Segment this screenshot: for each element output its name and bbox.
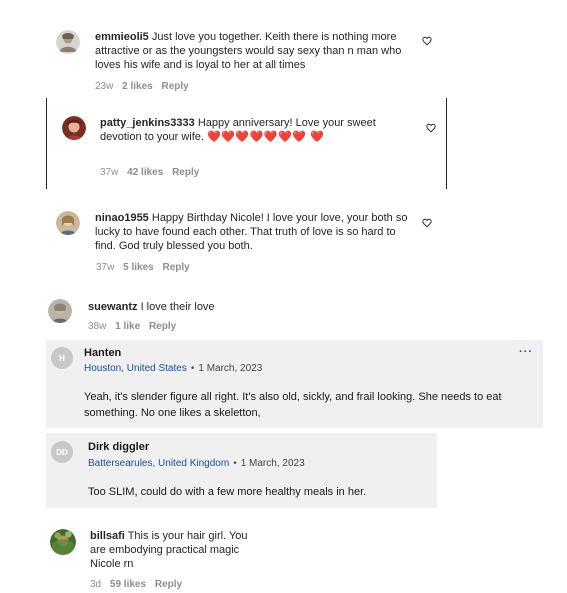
comment-text: emmieoli5 Just love you together. Keith … bbox=[95, 30, 407, 72]
comment-age: 37w bbox=[96, 262, 115, 273]
username[interactable]: emmieoli5 bbox=[95, 31, 149, 43]
comment-suewantz: suewantz I love their love 38w 1 like Re… bbox=[48, 299, 348, 335]
reply-button[interactable]: Reply bbox=[149, 321, 176, 332]
comment-age: 38w bbox=[88, 321, 107, 332]
comment-meta: 3d 59 likes Reply bbox=[90, 578, 188, 592]
reply-button[interactable]: Reply bbox=[163, 262, 190, 273]
comment-meta: 37w 42 likes Reply bbox=[100, 166, 205, 180]
comment-emmieoli5: emmieoli5 Just love you together. Keith … bbox=[56, 30, 432, 94]
avatar[interactable] bbox=[62, 116, 86, 140]
more-dots-icon[interactable]: ··· bbox=[519, 346, 533, 358]
comment-body: Too SLIM, could do with a few more healt… bbox=[88, 486, 367, 498]
reply-button[interactable]: Reply bbox=[172, 167, 199, 178]
likes-count[interactable]: 2 likes bbox=[122, 81, 153, 92]
comment-billsafi: billsafi This is your hair girl. You are… bbox=[50, 529, 300, 591]
comment-text: patty_jenkins3333 Happy anniversary! Lov… bbox=[100, 116, 412, 144]
comment-text: ninao1955 Happy Birthday Nicole! I love … bbox=[95, 211, 415, 253]
avatar-initials: H bbox=[51, 347, 73, 369]
avatar[interactable] bbox=[56, 211, 80, 235]
username[interactable]: billsafi bbox=[90, 530, 125, 542]
avatar[interactable] bbox=[56, 30, 80, 54]
comment-meta: 38w 1 like Reply bbox=[88, 320, 182, 334]
location-text[interactable]: Houston, United States bbox=[84, 363, 187, 374]
comment-date: 1 March, 2023 bbox=[198, 363, 263, 374]
avatar[interactable] bbox=[48, 299, 72, 323]
comment-age: 3d bbox=[90, 579, 102, 590]
location-text[interactable]: Battersearules, United Kingdom bbox=[88, 458, 229, 469]
comment-age: 23w bbox=[95, 81, 114, 92]
commenter-location: Battersearules, United Kingdom • 1 March, … bbox=[88, 458, 305, 469]
likes-count[interactable]: 1 like bbox=[115, 321, 140, 332]
comment-text: billsafi This is your hair girl. You are… bbox=[90, 529, 265, 571]
separator: • bbox=[233, 458, 237, 469]
likes-count[interactable]: 5 likes bbox=[123, 262, 154, 273]
commenter-name[interactable]: Hanten bbox=[84, 347, 121, 359]
commenter-name[interactable]: Dirk diggler bbox=[88, 441, 149, 453]
likes-count[interactable]: 59 likes bbox=[110, 579, 146, 590]
news-comment-dirk-diggler: DD Dirk diggler Battersearules, United K… bbox=[46, 433, 437, 508]
username[interactable]: suewantz bbox=[88, 301, 138, 313]
username[interactable]: patty_jenkins3333 bbox=[100, 117, 195, 129]
comment-date: 1 March, 2023 bbox=[240, 458, 305, 469]
comment-age: 37w bbox=[100, 167, 119, 178]
heart-outline-icon[interactable] bbox=[422, 36, 432, 46]
comment-body: I love their love bbox=[137, 301, 215, 313]
comment-ninao1955: ninao1955 Happy Birthday Nicole! I love … bbox=[56, 211, 436, 273]
heart-outline-icon[interactable] bbox=[422, 218, 432, 228]
news-comment-hanten: H Hanten Houston, United States • 1 March,… bbox=[46, 340, 543, 428]
avatar-initials: DD bbox=[51, 441, 73, 463]
separator: • bbox=[190, 363, 195, 374]
heart-outline-icon[interactable] bbox=[426, 123, 436, 133]
reply-button[interactable]: Reply bbox=[162, 81, 189, 92]
reply-button[interactable]: Reply bbox=[155, 579, 182, 590]
comment-body: Yeah, it's slender figure all right. It'… bbox=[84, 391, 502, 419]
heart-emojis: ❤️❤️❤️❤️❤️❤️❤️ ❤️ bbox=[207, 131, 325, 143]
commenter-location: Houston, United States • 1 March, 2023 bbox=[84, 363, 262, 374]
comment-text: suewantz I love their love bbox=[88, 300, 338, 314]
likes-count[interactable]: 42 likes bbox=[127, 167, 163, 178]
avatar[interactable] bbox=[50, 529, 76, 555]
comment-patty-jenkins3333: patty_jenkins3333 Happy anniversary! Lov… bbox=[62, 116, 442, 180]
comment-meta: 23w 2 likes Reply bbox=[95, 80, 195, 94]
username[interactable]: ninao1955 bbox=[95, 212, 149, 224]
comment-meta: 37w 5 likes Reply bbox=[96, 261, 196, 275]
